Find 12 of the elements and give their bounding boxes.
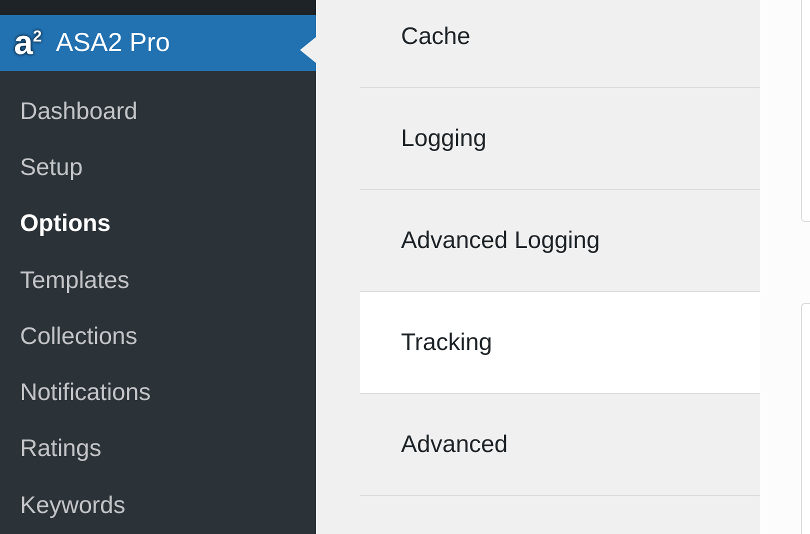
menu-pointer-icon [300,36,316,63]
sidebar-item[interactable]: Ratings [0,421,316,478]
sidebar-item[interactable]: Templates [0,252,316,309]
sidebar-item[interactable]: Setup [0,140,316,196]
sidebar-item[interactable]: Dashboard [0,84,316,140]
sidebar-item[interactable]: Options [0,196,316,253]
sidebar-item[interactable]: Notifications [0,365,316,422]
settings-tab[interactable]: Tracking [360,292,760,394]
logo-icon: a$^{2}$ [14,26,42,60]
sidebar-item[interactable]: Keywords [0,478,316,534]
sidebar-item[interactable]: Collections [0,308,316,366]
plugin-menu-header[interactable]: a$^{2}$ ASA2 Pro [0,14,316,71]
